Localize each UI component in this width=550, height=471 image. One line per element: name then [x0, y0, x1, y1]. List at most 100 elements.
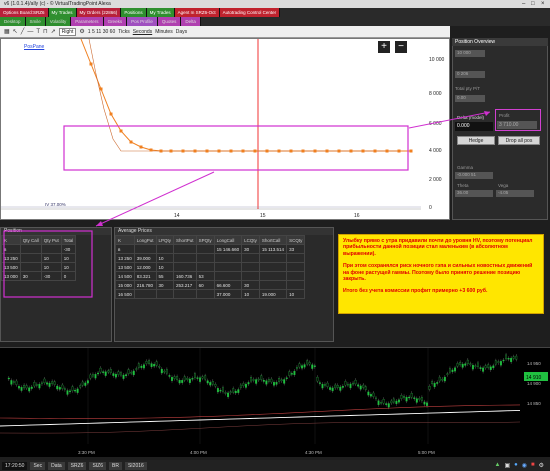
candle: [12, 381, 15, 383]
candle: [293, 370, 296, 376]
status-item-0[interactable]: Sec: [30, 461, 46, 470]
status-item-3[interactable]: SIZ6: [89, 461, 106, 470]
candle: [58, 387, 61, 390]
candle: [211, 380, 214, 385]
candle: [181, 380, 184, 383]
status-item-5[interactable]: SI2016: [124, 461, 147, 470]
candle: [265, 380, 268, 385]
candle: [448, 368, 451, 373]
candle: [79, 385, 82, 388]
candle: [229, 391, 232, 393]
candle: [150, 363, 153, 367]
candle: [278, 378, 281, 382]
lock-icon[interactable]: ▣: [504, 462, 510, 469]
candle: [201, 376, 204, 379]
candle: [479, 367, 482, 369]
candle: [387, 403, 390, 408]
candle: [354, 379, 357, 385]
status-item-1[interactable]: Data: [48, 461, 65, 470]
ma-line: [0, 404, 521, 419]
candle: [92, 374, 94, 377]
price-y-tick-label: 14 900: [527, 381, 541, 386]
candle: [359, 385, 362, 390]
status-items: Sec Data SRZ6 SIZ6 BR SI2016: [30, 461, 147, 470]
candle: [120, 372, 122, 376]
candle: [244, 383, 247, 388]
candle: [456, 363, 459, 367]
status-bar: 17:20:50 Sec Data SRZ6 SIZ6 BR SI2016 ▲ ▣ ● ◉…: [0, 460, 550, 471]
candle: [395, 400, 398, 404]
candle: [247, 382, 250, 385]
candle: [318, 382, 321, 384]
candle: [283, 379, 286, 384]
candle: [288, 371, 291, 376]
candle: [390, 400, 393, 404]
info-icon[interactable]: ●: [514, 462, 518, 469]
candle: [7, 377, 10, 380]
candle: [400, 395, 403, 399]
candle: [94, 374, 97, 379]
price-chart[interactable]: 14 950 14 900 14 850 3:30 PM 4:00 PM 4:30 PM 5…: [0, 348, 550, 458]
chart-icon[interactable]: ▲: [494, 462, 500, 469]
candle: [204, 375, 207, 380]
candle: [311, 364, 314, 369]
candle: [125, 374, 128, 377]
status-item-4[interactable]: BR: [109, 461, 122, 470]
candle: [38, 383, 41, 389]
candle: [436, 382, 439, 384]
candle: [510, 357, 513, 363]
alert-icon[interactable]: ■: [531, 462, 535, 469]
price-y-tick-label: 14 850: [527, 401, 541, 406]
candle: [178, 380, 181, 384]
candle: [331, 387, 334, 392]
candle: [362, 384, 365, 388]
candle: [127, 369, 130, 374]
candle: [89, 374, 92, 379]
candle: [242, 383, 245, 387]
candle: [494, 360, 497, 365]
candle: [477, 362, 479, 367]
status-item-2[interactable]: SRZ6: [67, 461, 87, 470]
candle: [324, 384, 326, 386]
candle: [140, 365, 143, 368]
candle: [464, 363, 467, 366]
candle: [301, 365, 304, 369]
candle: [153, 364, 156, 367]
candle: [499, 361, 502, 366]
candle: [74, 389, 77, 392]
candle: [459, 362, 462, 365]
candle: [428, 386, 431, 390]
settings-icon[interactable]: ⚙: [539, 462, 544, 469]
candle: [176, 376, 179, 380]
profit-arrow: [408, 111, 491, 129]
candle: [369, 394, 372, 397]
candle: [86, 380, 89, 384]
candle: [48, 382, 51, 387]
candle: [418, 398, 421, 400]
candle: [405, 397, 408, 402]
ma-line: [0, 409, 521, 427]
candle: [237, 389, 240, 393]
price-chart-panel[interactable]: 14 950 14 900 14 850 3:30 PM 4:00 PM 4:30 PM 5…: [0, 347, 550, 457]
price-x-tick-label: 5:00 PM: [418, 450, 435, 455]
candle: [298, 363, 301, 368]
candle: [97, 372, 100, 375]
candle: [267, 378, 270, 382]
note-paragraph-1: Улыбку прямо с утра придавили почти до у…: [343, 238, 533, 257]
candle: [137, 363, 140, 368]
candle: [507, 358, 510, 360]
candle: [183, 376, 186, 381]
candle: [451, 369, 454, 372]
note-paragraph-3: Итого без учета комиссии профит примерно…: [343, 288, 488, 295]
candle: [66, 390, 69, 395]
candle: [438, 376, 441, 382]
globe-icon[interactable]: ◉: [522, 462, 527, 469]
candle: [329, 387, 332, 390]
candle: [466, 359, 469, 365]
candle: [262, 379, 265, 382]
candle: [109, 369, 112, 373]
candle: [135, 368, 138, 370]
candle: [385, 403, 388, 405]
candle: [443, 376, 446, 382]
candle: [56, 385, 59, 390]
